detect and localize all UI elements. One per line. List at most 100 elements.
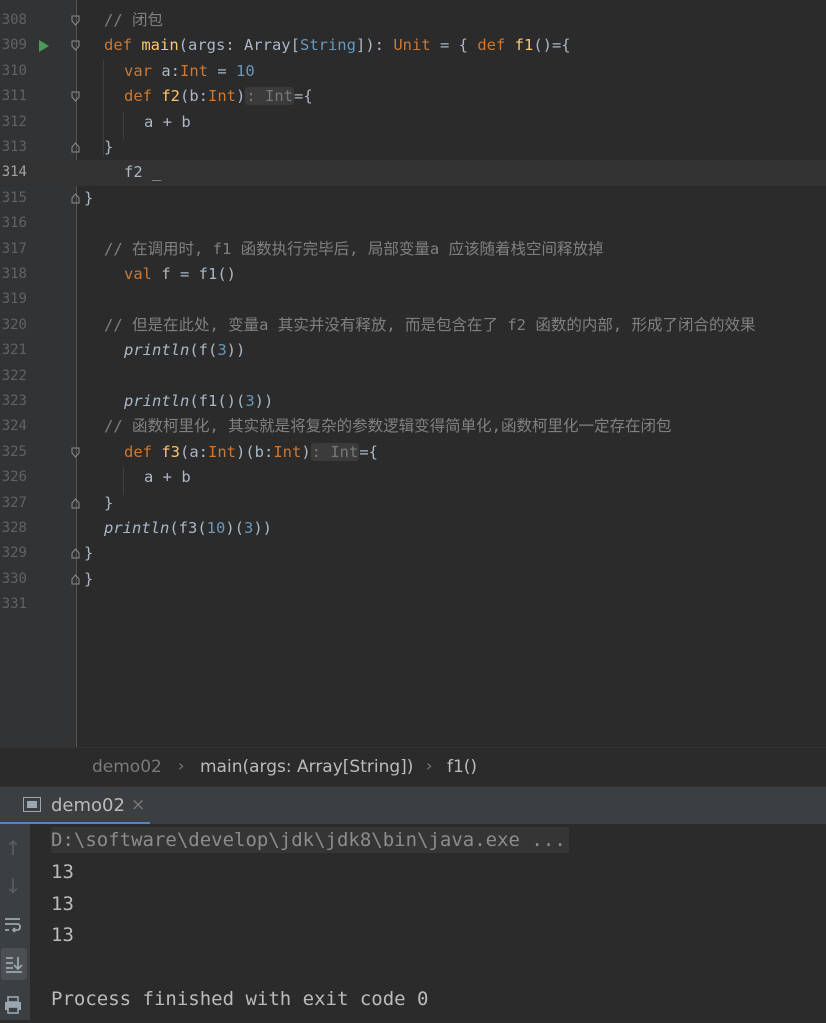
code-token: = <box>208 61 236 80</box>
console-output-line: 13 <box>51 924 74 946</box>
run-tab-demo02[interactable]: demo02 × <box>0 787 150 825</box>
line-number: 313 <box>1 139 27 155</box>
code-line-312[interactable]: 312 a + b <box>0 110 826 135</box>
code-token: ()={ <box>533 36 571 55</box>
code-line-311[interactable]: 311 def f2(b:Int): Int={ <box>0 84 826 109</box>
comment: // 在调用时, f1 函数执行完毕后, 局部变量a 应该随着栈空间释放掉 <box>104 239 604 258</box>
arrow-up-icon[interactable]: ↑ <box>0 833 26 863</box>
code-line-308[interactable]: 308 // 闭包 <box>0 8 826 33</box>
fold-icon[interactable] <box>71 40 80 52</box>
line-number: 311 <box>1 88 27 105</box>
code-token: a: <box>161 61 180 80</box>
line-number: 321 <box>1 342 27 359</box>
number: 3 <box>217 341 227 360</box>
type-name: Int <box>180 61 208 80</box>
fold-icon[interactable] <box>71 497 80 509</box>
line-number: 325 <box>1 443 27 460</box>
fold-icon[interactable] <box>71 15 80 26</box>
code-token: (f1()( <box>189 392 246 410</box>
type-name: Int <box>208 442 236 461</box>
line-number: 322 <box>1 367 27 384</box>
console-output[interactable]: D:\software\develop\jdk\jdk8\bin\java.ex… <box>30 824 826 1020</box>
code-line-314[interactable]: 314 f2 _ <box>0 160 826 186</box>
code-token: ) <box>236 87 246 106</box>
soft-wrap-icon[interactable] <box>0 910 26 940</box>
breadcrumb-item-file[interactable]: demo02 <box>92 757 162 777</box>
code-line-324[interactable]: 324 // 函数柯里化, 其实就是将复杂的参数逻辑变得简单化,函数柯里化一定存… <box>0 414 826 439</box>
code-line-326[interactable]: 326 a + b <box>0 465 826 490</box>
code-line-328[interactable]: 328 println(f3(10)(3)) <box>0 516 826 541</box>
breadcrumb-item-function[interactable]: f1() <box>447 757 477 777</box>
line-number: 309 <box>1 37 27 54</box>
code-text: //} <box>84 0 112 5</box>
code-text: println(f3(10)(3)) <box>104 516 272 541</box>
number: 3 <box>245 392 255 410</box>
code-editor[interactable]: //} 308 // 闭包 309 def main(args: Array[S… <box>0 0 826 747</box>
code-text: } <box>104 493 114 512</box>
run-tool-window-tabs: demo02 × <box>0 786 826 825</box>
code-text: } <box>84 544 94 563</box>
code-line-323[interactable]: 323 println(f1()(3)) <box>0 389 826 414</box>
code-line-309[interactable]: 309 def main(args: Array[String]): Unit … <box>0 33 826 58</box>
line-number: 318 <box>1 266 27 282</box>
number: 10 <box>236 61 255 80</box>
code-line-310[interactable]: 310 var a:Int = 10 <box>0 59 826 84</box>
code-text: val f = f1() <box>124 262 236 287</box>
code-token: (args: Array[ <box>178 36 300 55</box>
fold-icon[interactable] <box>71 447 80 458</box>
code-line-330[interactable]: 330 } <box>0 567 826 592</box>
code-line-316[interactable]: 316 <box>0 211 826 236</box>
line-number: 324 <box>1 418 27 435</box>
print-icon[interactable] <box>0 990 26 1020</box>
arrow-down-icon[interactable]: ↓ <box>0 871 26 901</box>
code-line-322[interactable]: 322 <box>0 364 826 389</box>
function-name: f1 <box>514 36 534 55</box>
code-line-321[interactable]: 321 println(f(3)) <box>0 338 826 363</box>
code-token: )) <box>253 519 273 537</box>
fold-icon[interactable] <box>71 193 80 204</box>
code-token: (f3( <box>169 519 207 537</box>
code-line-318[interactable]: 318 val f = f1() <box>0 262 826 287</box>
fold-icon[interactable] <box>71 91 80 102</box>
close-icon[interactable]: × <box>131 795 145 815</box>
function-name: f3 <box>161 442 180 461</box>
console-tab-icon <box>23 797 41 812</box>
fold-icon[interactable] <box>71 548 80 559</box>
console-command[interactable]: D:\software\develop\jdk\jdk8\bin\java.ex… <box>51 827 569 853</box>
code-token: ]): <box>355 36 394 55</box>
keyword: def <box>124 87 162 106</box>
breadcrumb-item-method[interactable]: main(args: Array[String]) <box>200 757 413 777</box>
code-text: } <box>104 138 114 156</box>
code-token: )) <box>226 341 246 360</box>
fold-icon[interactable] <box>71 574 80 585</box>
code-line-317[interactable]: 317 // 在调用时, f1 函数执行完毕后, 局部变量a 应该随着栈空间释放… <box>0 237 826 262</box>
code-line-313[interactable]: 313 } <box>0 135 826 160</box>
type-name: String <box>299 36 356 55</box>
fold-icon[interactable] <box>71 142 80 153</box>
code-line-315[interactable]: 315 } <box>0 186 826 211</box>
code-line-331[interactable]: 331 <box>0 592 826 617</box>
console-exit-message: Process finished with exit code 0 <box>51 988 429 1010</box>
code-line-329[interactable]: 329 } <box>0 541 826 566</box>
number: 10 <box>206 519 226 537</box>
line-number: 308 <box>1 12 27 28</box>
code-text: println(f(3)) <box>124 338 245 363</box>
code-token: ={ <box>294 87 313 106</box>
function-name: f2 <box>161 87 180 106</box>
console-output-line: 13 <box>51 893 74 915</box>
type-hint: : Int <box>245 87 295 106</box>
console-output-line: 13 <box>51 861 74 883</box>
code-line-327[interactable]: 327 } <box>0 491 826 516</box>
code-line-325[interactable]: 325 def f3(a:Int)(b:Int): Int={ <box>0 440 826 465</box>
run-icon[interactable] <box>39 40 49 53</box>
line-number: 314 <box>1 164 27 181</box>
line-number: 329 <box>1 545 27 562</box>
code-line-319[interactable]: 319 <box>0 287 826 312</box>
code-token: )( <box>225 519 244 537</box>
scroll-to-end-icon[interactable] <box>1 948 27 980</box>
code-line-320[interactable]: 320 // 但是在此处, 变量a 其实并没有释放, 而是包含在了 f2 函数的… <box>0 313 826 338</box>
keyword: def <box>124 442 162 461</box>
type-name: Int <box>273 442 302 461</box>
code-token: f = f1() <box>161 265 236 283</box>
comment: // 闭包 <box>104 11 163 29</box>
